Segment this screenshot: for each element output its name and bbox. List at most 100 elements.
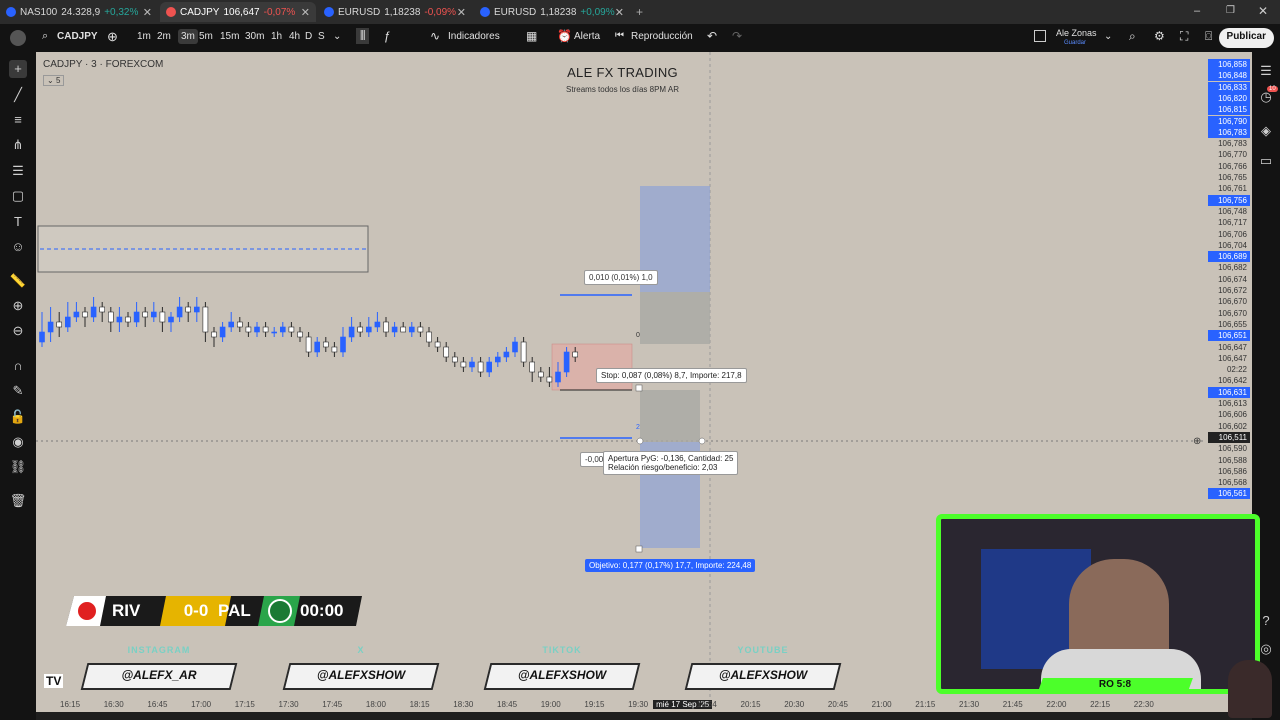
quick-search-icon[interactable]: ⌕	[1129, 29, 1136, 44]
candle-body	[211, 331, 217, 338]
candle-body	[280, 326, 286, 333]
tab-price: 1,18238	[384, 6, 421, 18]
ruler-icon[interactable]: 📏	[9, 272, 27, 290]
interval-1m[interactable]: 1m	[137, 31, 151, 42]
layout-name-button[interactable]: Ale Zonas	[1056, 28, 1097, 38]
candles-type-icon[interactable]: ⫴	[356, 28, 370, 44]
search-icon[interactable]: ⌕	[42, 30, 48, 43]
indicator-templates-icon[interactable]: ƒ	[384, 29, 391, 43]
camera-snapshot-icon[interactable]: ⌼	[1205, 29, 1212, 44]
candle-body	[503, 351, 510, 358]
trash-icon[interactable]: 🗑	[9, 492, 27, 510]
symbol-flag-icon	[324, 7, 334, 17]
replay-icon[interactable]: ⏮	[615, 30, 624, 41]
candle-body	[254, 326, 260, 333]
social-handle: @ALEFXSHOW	[316, 668, 406, 682]
zoom-out-icon[interactable]: ⊖	[9, 322, 27, 340]
crosshair-icon[interactable]: +	[9, 60, 27, 78]
text-icon[interactable]: T	[9, 213, 27, 231]
time-label: 20:45	[827, 700, 848, 709]
stream-brand-subtitle: Streams todos los días 8PM AR	[566, 85, 679, 94]
tab-eurusd[interactable]: EURUSD 1,18238 +0,09% ✕	[474, 2, 630, 22]
marker-two-label: 2	[636, 424, 640, 431]
time-label: 19:30	[628, 700, 649, 709]
interval-30m[interactable]: 30m	[245, 31, 264, 42]
chat-icon[interactable]: ▭	[1257, 152, 1275, 170]
pencil-lock-icon[interactable]: ✎	[9, 382, 27, 400]
magnet-icon[interactable]: ∩	[9, 357, 27, 375]
link-icon[interactable]: ⛓	[9, 458, 27, 476]
interval-s[interactable]: S	[318, 31, 325, 42]
candle-body	[288, 326, 295, 333]
close-tab-icon[interactable]: ✕	[457, 6, 466, 19]
candle-body	[99, 306, 106, 313]
tab-cadjpy[interactable]: CADJPY 106,647 -0,07% ✕	[160, 2, 316, 22]
legend-collapse-toggle[interactable]: ⌄ 5	[43, 75, 65, 86]
avatar[interactable]	[10, 30, 26, 46]
add-symbol-icon[interactable]: ⊕	[107, 29, 118, 45]
time-axis[interactable]: 16:15 16:30 16:45 17:00 17:15 17:30 17:45 18:00…	[36, 698, 1206, 712]
indicators-icon[interactable]: ∿	[430, 29, 440, 43]
alert-button[interactable]: Alerta	[574, 31, 600, 42]
webcam-overlay	[936, 514, 1260, 694]
layout-checkbox-icon[interactable]	[1034, 30, 1046, 42]
candle-body	[219, 326, 226, 338]
indicators-button[interactable]: Indicadores	[448, 31, 500, 42]
interval-5m[interactable]: 5m	[199, 31, 213, 42]
alarm-clock-icon[interactable]: ⏰	[557, 29, 572, 43]
maximize-icon[interactable]: ❐	[1226, 5, 1235, 16]
fib-icon[interactable]: ☰	[9, 162, 27, 180]
time-label: 22:15	[1090, 700, 1111, 709]
candle-body	[546, 376, 553, 383]
candle-body	[125, 316, 131, 323]
tab-eurusd[interactable]: EURUSD 1,18238 -0,09% ✕	[318, 2, 472, 22]
lock-icon[interactable]: 🔓	[9, 408, 27, 426]
interval-1h[interactable]: 1h	[271, 31, 282, 42]
interval-d[interactable]: D	[305, 31, 312, 42]
minimize-icon[interactable]: –	[1194, 5, 1200, 17]
redo-icon[interactable]: ↷	[732, 29, 742, 43]
watchlist-icon[interactable]: ☰	[1257, 62, 1275, 80]
close-window-icon[interactable]: ✕	[1258, 4, 1268, 18]
time-label: 19:15	[584, 700, 605, 709]
horizontal-lines-icon[interactable]: ≡	[9, 111, 27, 129]
undo-icon[interactable]: ↶	[707, 29, 717, 43]
zoom-in-icon[interactable]: ⊕	[9, 297, 27, 315]
close-tab-icon[interactable]: ✕	[301, 6, 310, 19]
price-label: 106,672	[1218, 286, 1247, 295]
pitchfork-icon[interactable]: ⋔	[9, 136, 27, 154]
new-tab-icon[interactable]: +	[636, 5, 643, 19]
close-tab-icon[interactable]: ✕	[615, 6, 624, 19]
layers-icon[interactable]: ◈	[1257, 122, 1275, 140]
publish-button[interactable]: Publicar	[1218, 28, 1274, 48]
interval-4h[interactable]: 4h	[289, 31, 300, 42]
time-label: 18:15	[409, 700, 430, 709]
fullscreen-icon[interactable]: ⛶	[1180, 29, 1188, 44]
candle-body	[108, 311, 114, 323]
rectangle-icon[interactable]: ▢	[9, 187, 27, 205]
symbol-legend[interactable]: CADJPY · 3 · FOREXCOM	[43, 59, 163, 70]
candle-body	[417, 326, 424, 333]
candle-body	[512, 341, 518, 353]
eye-icon[interactable]: ◉	[9, 433, 27, 451]
interval-dropdown-icon[interactable]: ⌄	[333, 31, 341, 42]
interval-3m[interactable]: 3m	[178, 29, 198, 44]
candle-body	[391, 326, 398, 333]
replay-button[interactable]: Reproducción	[631, 31, 693, 42]
layout-dropdown-icon[interactable]: ⌄	[1104, 31, 1112, 42]
close-tab-icon[interactable]: ✕	[143, 6, 152, 19]
crosshair-plus-icon[interactable]: ⊕	[1193, 436, 1201, 447]
price-label: 106,717	[1218, 218, 1247, 228]
trend-line-icon[interactable]: ╱	[9, 86, 27, 104]
candle-body	[185, 306, 191, 313]
price-label: 106,761	[1218, 184, 1247, 194]
price-label: 106,651	[1208, 330, 1250, 342]
layouts-icon[interactable]: ▦	[526, 29, 537, 43]
symbol-search-button[interactable]: CADJPY	[57, 31, 98, 42]
settings-gear-icon[interactable]: ⚙	[1154, 29, 1165, 43]
tab-nas100[interactable]: NAS100 24.328,9 +0,32% ✕	[0, 2, 158, 22]
candle-body	[374, 321, 381, 328]
interval-2m[interactable]: 2m	[157, 31, 171, 42]
emoji-icon[interactable]: ☺	[9, 238, 27, 256]
interval-15m[interactable]: 15m	[220, 31, 239, 42]
